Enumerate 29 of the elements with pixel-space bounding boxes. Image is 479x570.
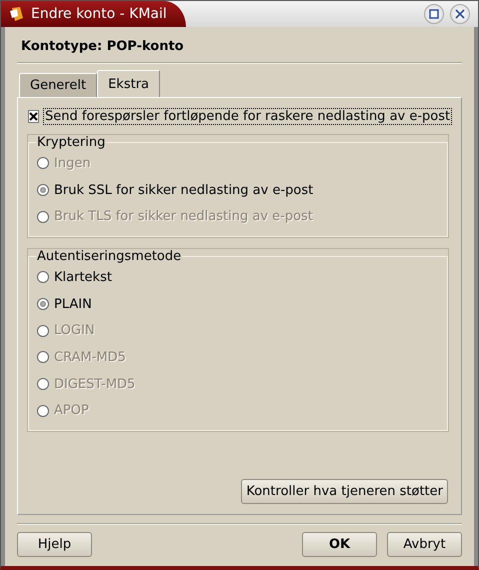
dialog-button[interactable]: OK	[302, 532, 377, 557]
radio-label: LOGIN	[54, 323, 95, 338]
radio-button[interactable]	[37, 271, 49, 284]
radio-label: CRAM-MD5	[54, 350, 126, 365]
radio-label: APOP	[54, 403, 89, 418]
maximize-button[interactable]	[424, 4, 444, 24]
radio-button[interactable]	[37, 184, 49, 196]
maximize-icon	[429, 9, 439, 19]
group-title: Kryptering	[36, 135, 106, 150]
window-title: Endre konto - KMail	[31, 6, 167, 22]
radio-label: PLAIN	[54, 296, 92, 312]
dialog-button[interactable]: Hjelp	[17, 532, 92, 557]
group-title: Autentiseringsmetode	[36, 249, 182, 264]
close-icon	[455, 9, 465, 19]
tab[interactable]: Ekstra	[97, 70, 160, 97]
radio-label: Klartekst	[54, 270, 112, 285]
checkbox[interactable]	[28, 110, 39, 123]
dialog-button[interactable]: Avbryt	[387, 532, 462, 557]
radio-label: Bruk SSL for sikker nedlasting av e-post	[54, 182, 314, 198]
checkbox-label: Send forespørsler fortløpende for raskere nedlasting av e-post	[43, 108, 452, 125]
radio-label: Ingen	[54, 156, 91, 171]
radio-label: DIGEST-MD5	[54, 376, 136, 392]
account-type-heading: Kontotype: POP-konto	[20, 38, 185, 56]
radio-label: Bruk TLS for sikker nedlasting av e-post	[54, 209, 313, 224]
tab[interactable]: Generelt	[19, 73, 98, 97]
close-button[interactable]	[450, 4, 470, 24]
radio-button[interactable]	[37, 298, 49, 310]
app-icon	[9, 6, 25, 22]
check-server-button[interactable]: Kontroller hva tjeneren støtter	[241, 479, 448, 504]
